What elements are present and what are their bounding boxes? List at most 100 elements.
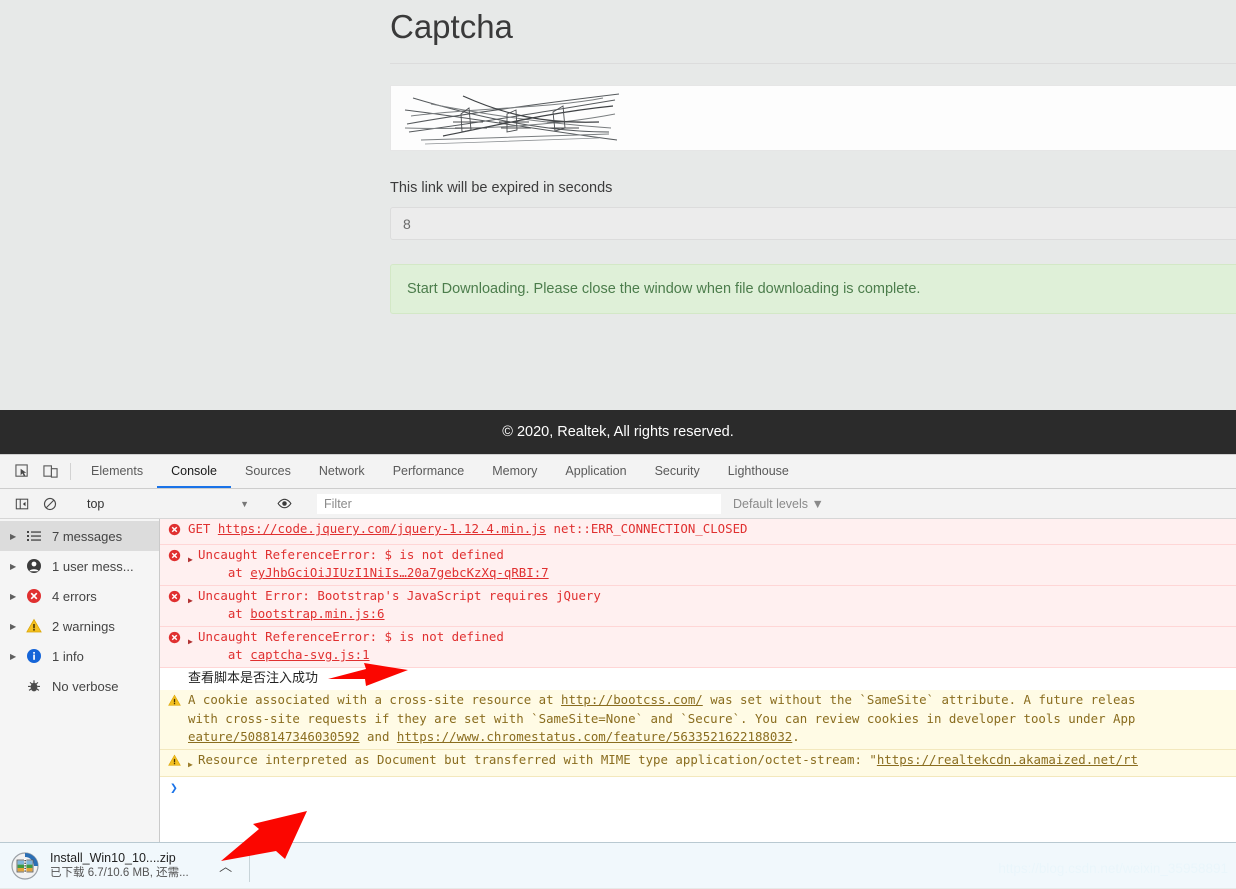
sidebar-item-verbose[interactable]: No verbose	[0, 671, 159, 701]
bootcss-link[interactable]: http://bootcss.com/	[561, 692, 703, 707]
console-message-warning[interactable]: A cookie associated with a cross-site re…	[160, 690, 1236, 750]
console-message-error[interactable]: ▶ Uncaught ReferenceError: $ is not defi…	[160, 626, 1236, 668]
console-message-text: Resource interpreted as Document but tra…	[198, 751, 1236, 770]
tab-memory[interactable]: Memory	[478, 455, 551, 488]
page-title: Captcha	[390, 8, 513, 45]
expand-triangle-icon[interactable]: ▶	[188, 546, 198, 570]
stack-frame-link[interactable]: bootstrap.min.js:6	[250, 606, 384, 621]
console-message-error[interactable]: ▶ Uncaught ReferenceError: $ is not defi…	[160, 544, 1236, 586]
tab-sources[interactable]: Sources	[231, 455, 305, 488]
warning-icon	[168, 691, 188, 713]
log-levels-dropdown[interactable]: Default levels ▼	[721, 497, 824, 511]
captcha-svg-link[interactable]: captcha-svg.js:1	[250, 647, 369, 662]
chromestatus-feature-link-1[interactable]: eature/5088147346030592	[188, 729, 360, 744]
devtools-tabbar: Elements Console Sources Network Perform…	[0, 455, 1236, 489]
error-icon	[168, 587, 188, 609]
expand-triangle-icon[interactable]: ▶	[188, 751, 198, 775]
console-prompt[interactable]: ❯	[160, 777, 1236, 802]
error-icon	[168, 628, 188, 650]
execution-context-value: top	[87, 496, 105, 511]
toggle-console-sidebar-icon[interactable]	[8, 497, 36, 511]
tab-application[interactable]: Application	[551, 455, 640, 488]
captcha-image-box[interactable]	[390, 85, 1236, 151]
console-message-text: Uncaught Error: Bootstrap's JavaScript r…	[198, 587, 1236, 624]
chevron-right-icon: ▶	[10, 621, 17, 631]
tab-network[interactable]: Network	[305, 455, 379, 488]
warning-icon	[168, 751, 188, 773]
tab-security[interactable]: Security	[641, 455, 714, 488]
download-shelf-divider	[248, 849, 250, 882]
mime-warn-main: Resource interpreted as Document but tra…	[198, 751, 877, 767]
msg-get-suffix: net::ERR_CONNECTION_CLOSED	[546, 521, 748, 536]
csdn-watermark: https://blog.csdn.net/weixin_35958891	[998, 861, 1228, 876]
user-icon	[26, 558, 52, 574]
stack-frame-link[interactable]: eyJhbGciOiJIUzI1NiIs…20a7gebcKzXq-qRBI:7	[250, 565, 548, 580]
live-expression-eye-icon[interactable]	[270, 496, 298, 511]
sidebar-label-warnings: 2 warnings	[52, 618, 115, 634]
captcha-noise-image	[404, 93, 620, 145]
sidebar-label-verbose: No verbose	[52, 678, 119, 694]
msg-main: Uncaught Error: Bootstrap's JavaScript r…	[198, 587, 601, 603]
device-toolbar-icon[interactable]	[36, 455, 64, 488]
chevron-right-icon: ▶	[10, 561, 17, 571]
msg-main: Uncaught ReferenceError: $ is not define…	[198, 628, 504, 644]
sidebar-item-errors[interactable]: ▶ 4 errors	[0, 581, 159, 611]
msg-get-prefix: GET	[188, 521, 218, 536]
cookie-warn-a: A cookie associated with a cross-site re…	[188, 692, 561, 707]
tab-lighthouse[interactable]: Lighthouse	[714, 455, 803, 488]
bug-icon	[26, 678, 52, 694]
console-message-list[interactable]: GET https://code.jquery.com/jquery-1.12.…	[160, 519, 1236, 842]
sidebar-label-info: 1 info	[52, 648, 84, 664]
cookie-warn-c: with cross-site requests if they are set…	[188, 710, 1136, 726]
realtekcdn-link[interactable]: https://realtekcdn.akamaized.net/rt	[877, 752, 1138, 767]
sidebar-item-warnings[interactable]: ▶ 2 warnings	[0, 611, 159, 641]
tab-performance[interactable]: Performance	[379, 455, 479, 488]
msg-main: Uncaught ReferenceError: $ is not define…	[198, 546, 504, 562]
inspect-element-icon[interactable]	[8, 455, 36, 488]
tab-elements[interactable]: Elements	[77, 455, 157, 488]
expand-triangle-icon[interactable]: ▶	[188, 628, 198, 652]
error-icon	[26, 588, 52, 604]
download-menu-chevron-icon[interactable]: ︿	[215, 856, 237, 875]
download-item[interactable]: Install_Win10_10....zip 已下载 6.7/10.6 MB,…	[0, 843, 237, 889]
sidebar-item-messages[interactable]: ▶ 7 messages	[0, 521, 159, 551]
title-divider	[390, 63, 1236, 64]
expand-triangle-icon[interactable]: ▶	[188, 587, 198, 611]
zip-file-icon	[10, 851, 40, 881]
seconds-input[interactable]	[390, 207, 1236, 240]
download-text-group: Install_Win10_10....zip 已下载 6.7/10.6 MB,…	[50, 851, 189, 881]
tab-console[interactable]: Console	[157, 455, 231, 488]
console-toolbar: top ▼ Default levels ▼	[0, 489, 1236, 519]
console-message-error[interactable]: ▶ Uncaught Error: Bootstrap's JavaScript…	[160, 585, 1236, 627]
prompt-caret-icon: ❯	[170, 781, 178, 796]
warning-icon	[26, 618, 52, 634]
cookie-warn-e: .	[792, 729, 800, 744]
info-icon	[26, 648, 52, 664]
sidebar-label-errors: 4 errors	[52, 588, 97, 604]
sidebar-item-info[interactable]: ▶ 1 info	[0, 641, 159, 671]
console-filter-input[interactable]	[317, 493, 721, 514]
msg-at: at	[198, 606, 251, 621]
expire-label: This link will be expired in seconds	[390, 180, 613, 196]
chevron-right-icon: ▶	[10, 591, 17, 601]
console-message-error[interactable]: GET https://code.jquery.com/jquery-1.12.…	[160, 519, 1236, 545]
cookie-warn-d: and	[359, 729, 397, 744]
download-file-name: Install_Win10_10....zip	[50, 850, 176, 865]
clear-console-icon[interactable]	[36, 497, 64, 511]
msg-at: at	[198, 647, 251, 662]
footer-copyright: © 2020, Realtek, All rights reserved.	[502, 424, 734, 440]
chevron-down-icon: ▼	[240, 498, 249, 509]
jquery-cdn-link[interactable]: https://code.jquery.com/jquery-1.12.4.mi…	[218, 521, 546, 536]
console-body: ▶ 7 messages ▶ 1 user mess... ▶ 4 errors	[0, 519, 1236, 842]
devtools-panel: Elements Console Sources Network Perform…	[0, 454, 1236, 842]
execution-context-select[interactable]: top ▼	[77, 497, 257, 511]
chevron-right-icon: ▶	[10, 531, 17, 541]
chromestatus-feature-link-2[interactable]: https://www.chromestatus.com/feature/563…	[397, 729, 792, 744]
list-icon	[26, 528, 52, 544]
download-progress-status: 已下载 6.7/10.6 MB, 还需...	[50, 866, 189, 879]
download-shelf: Install_Win10_10....zip 已下载 6.7/10.6 MB,…	[0, 842, 1236, 888]
annotation-note: 查看脚本是否注入成功	[160, 667, 1236, 690]
console-message-warning[interactable]: ▶ Resource interpreted as Document but t…	[160, 749, 1236, 777]
sidebar-item-user-messages[interactable]: ▶ 1 user mess...	[0, 551, 159, 581]
